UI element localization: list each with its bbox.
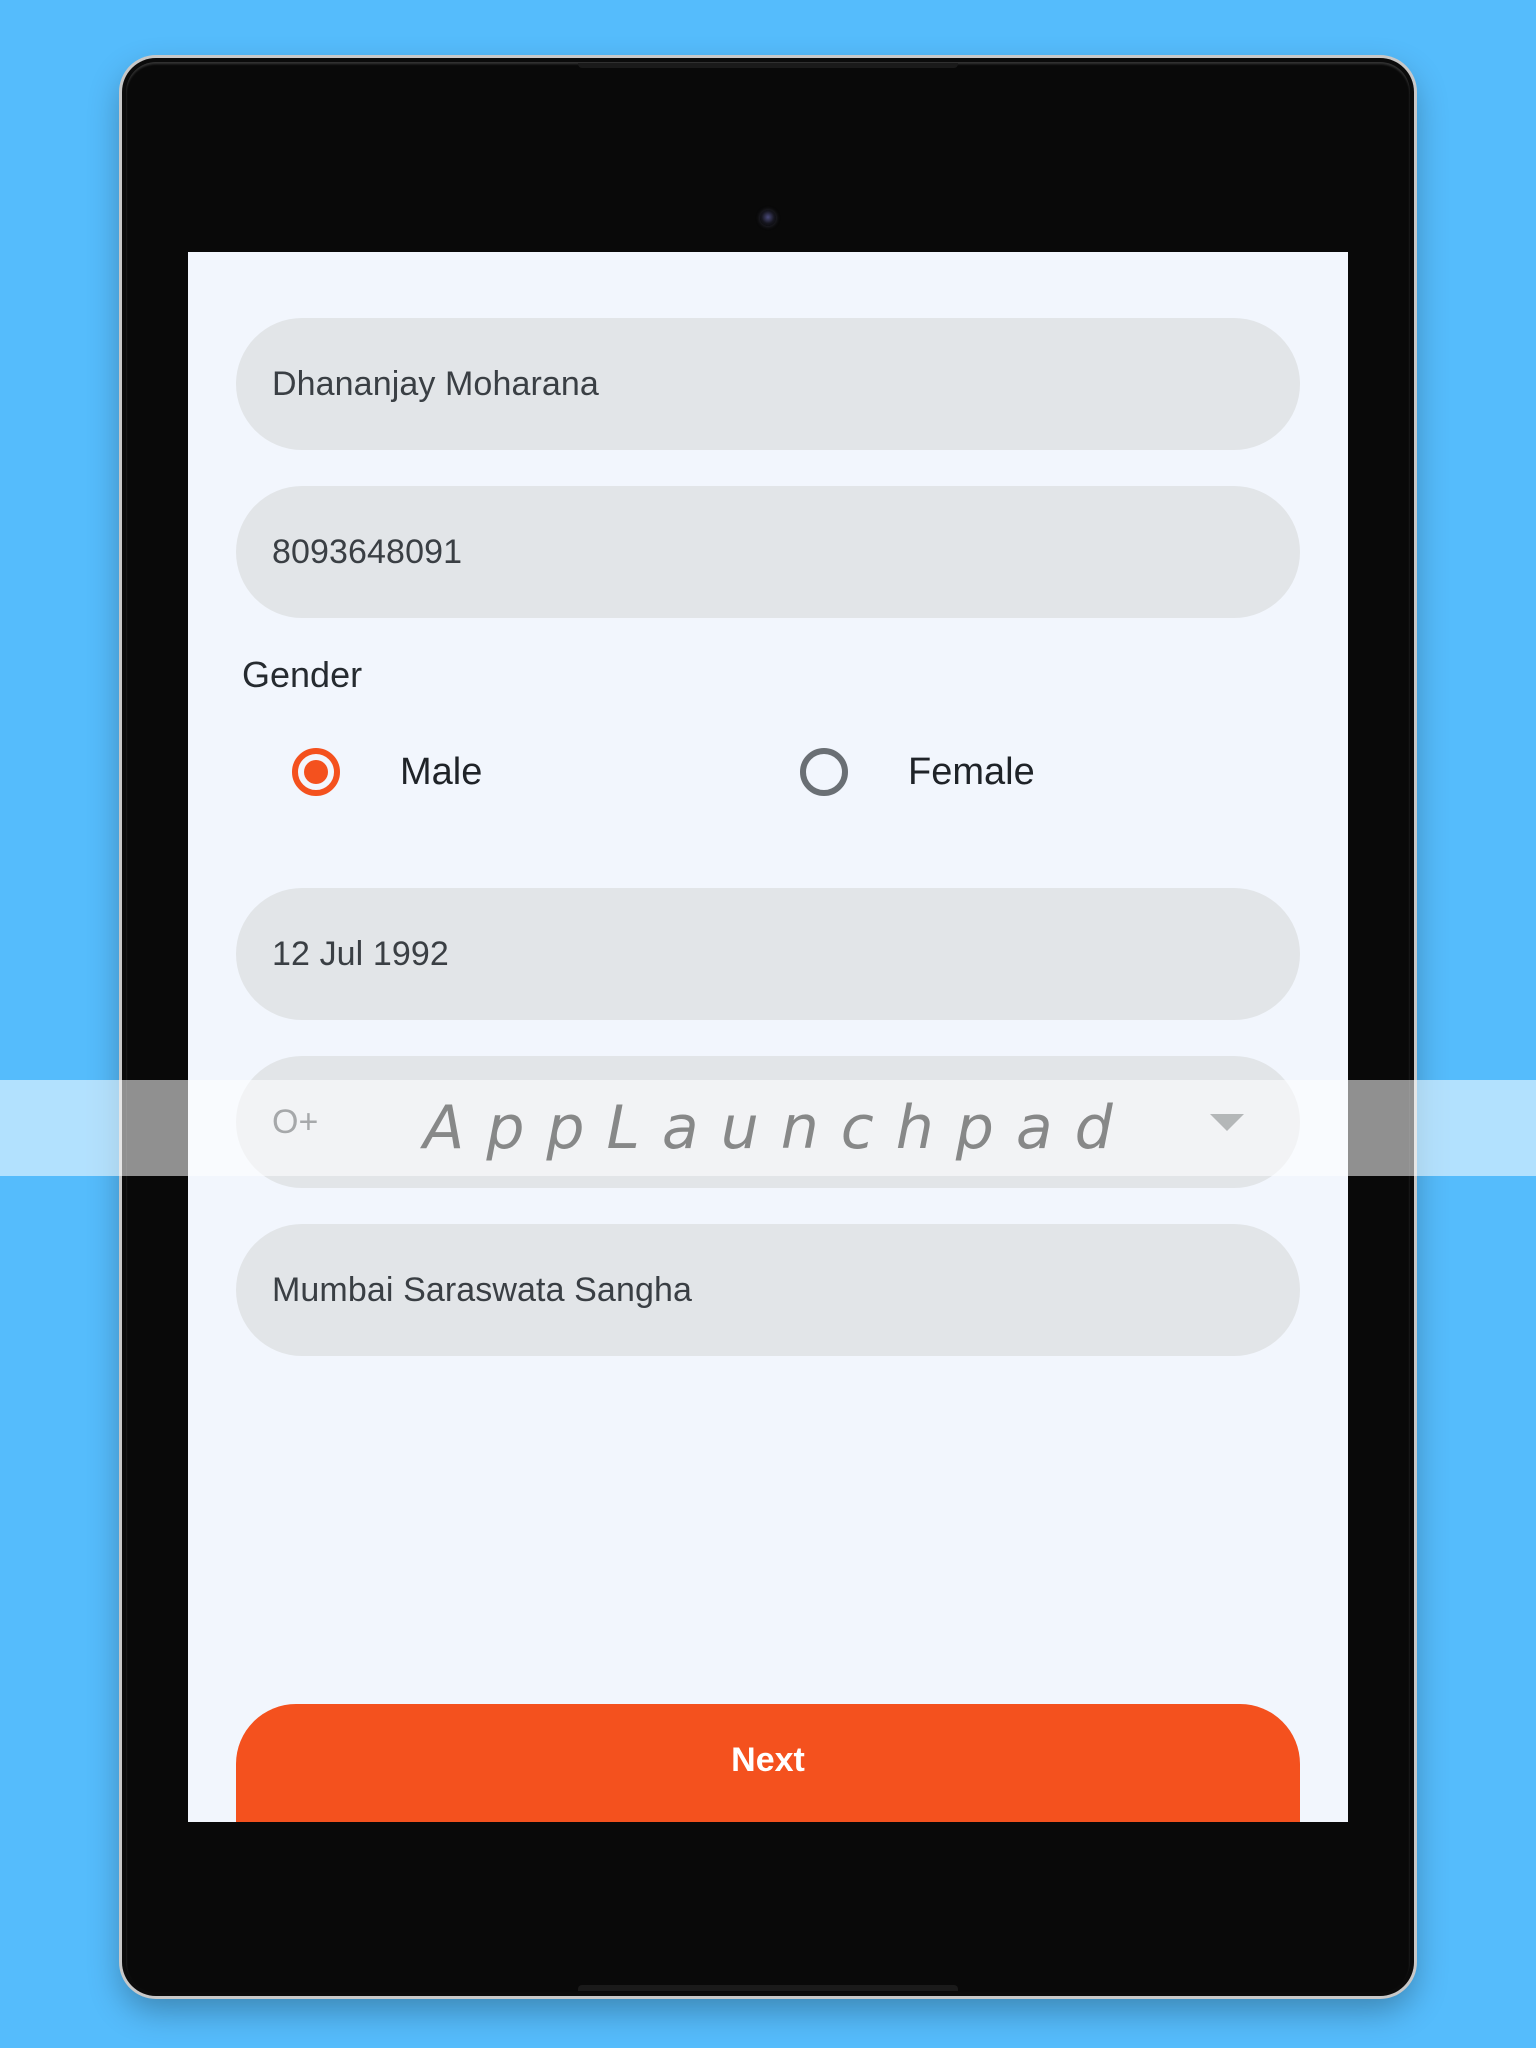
- radio-selected-icon[interactable]: [292, 748, 340, 796]
- date-of-birth-value: 12 Jul 1992: [272, 935, 449, 973]
- top-speaker-grille: [578, 63, 958, 68]
- radio-unselected-icon[interactable]: [800, 748, 848, 796]
- phone-input[interactable]: 8093648091: [236, 486, 1300, 618]
- gender-option-female-label: Female: [908, 750, 1035, 793]
- gender-label: Gender: [242, 654, 363, 695]
- blood-group-value: O+: [272, 1103, 319, 1141]
- device-screen: Dhananjay Moharana 8093648091 Gender Mal…: [188, 252, 1348, 1822]
- chevron-down-icon[interactable]: [1210, 1113, 1244, 1131]
- full-name-value: Dhananjay Moharana: [272, 365, 599, 403]
- bottom-speaker-grille: [578, 1985, 958, 1991]
- full-name-input[interactable]: Dhananjay Moharana: [236, 318, 1300, 450]
- phone-value: 8093648091: [272, 533, 463, 571]
- blood-group-select[interactable]: O+: [236, 1056, 1300, 1188]
- registration-form: Dhananjay Moharana 8093648091 Gender Mal…: [188, 252, 1348, 1822]
- next-button[interactable]: Next: [236, 1704, 1300, 1822]
- gender-option-male[interactable]: Male: [236, 748, 768, 796]
- date-of-birth-input[interactable]: 12 Jul 1992: [236, 888, 1300, 1020]
- gender-radio-group: Male Female: [236, 748, 1300, 796]
- club-value: Mumbai Saraswata Sangha: [272, 1271, 692, 1309]
- club-input[interactable]: Mumbai Saraswata Sangha: [236, 1224, 1300, 1356]
- gender-option-male-label: Male: [400, 750, 483, 793]
- gender-option-female[interactable]: Female: [768, 748, 1300, 796]
- camera-icon: [760, 210, 776, 226]
- submit-area: Next: [236, 1704, 1300, 1822]
